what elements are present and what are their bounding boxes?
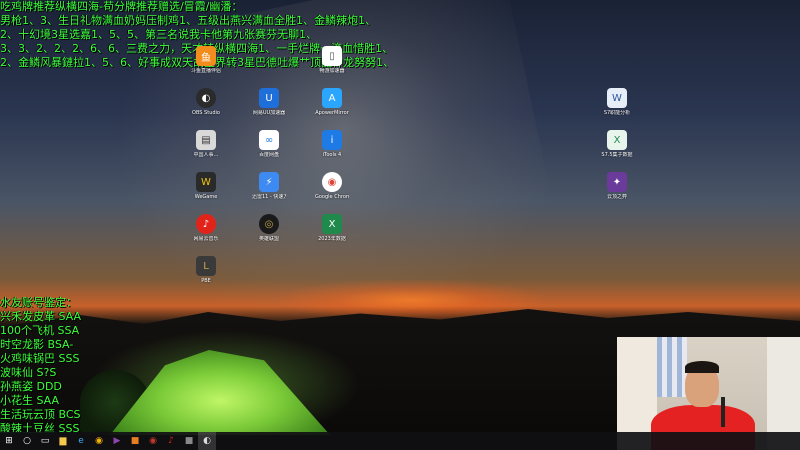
task-view-icon: ▭ — [40, 436, 50, 446]
obs-icon: ◐ — [196, 88, 216, 108]
icon-label: 迅雷11 - 快速方式 — [252, 194, 286, 200]
taskbar-game[interactable]: ◉ — [144, 432, 162, 450]
desktop-icon-wegame[interactable]: W WeGame — [189, 172, 223, 200]
apowermirror-icon: A — [322, 88, 342, 108]
desktop-icon-word[interactable]: W S7职能分析 — [600, 88, 634, 116]
icon-label: iTools 4 — [322, 152, 342, 158]
desktop-icon-baidu-netdisk[interactable]: ∞ 百度网盘 — [252, 130, 286, 158]
lol-icon: ◎ — [259, 214, 279, 234]
desktop-icon-chrome[interactable]: ◉ Google Chrome — [315, 172, 349, 200]
overlay-line: 吃鸡牌推荐纵横四海-苟分牌推荐赠选/冒霞/幽潘： — [0, 0, 243, 13]
webcam-person-hair — [685, 361, 719, 373]
media-player-icon: ▶ — [113, 436, 121, 446]
icon-label: 中国人事… — [193, 152, 219, 158]
desktop-icon-douyu[interactable]: 鱼 斗鱼直播伴侣 — [189, 46, 223, 74]
taskbar-app[interactable]: ■ — [126, 432, 144, 450]
thunder-icon: ⚡ — [259, 172, 279, 192]
itools-icon: i — [322, 130, 342, 150]
icon-label: Google Chrome — [315, 194, 349, 200]
start-icon: ⊞ — [5, 436, 13, 446]
desktop-icon-excel-file[interactable]: X S7.5集子数据 — [600, 130, 634, 158]
overlay-line: 孙燕姿 DDD — [0, 380, 62, 393]
desktop-icon-uu[interactable]: U 网易UU加速器 — [252, 88, 286, 116]
webcam-curtain — [657, 337, 687, 397]
netease-music-icon: ♪ — [196, 214, 216, 234]
icon-label: WeGame — [194, 194, 218, 200]
overlay-line: 火鸡味锅巴 SSS — [0, 352, 80, 365]
icon-label: OBS Studio — [192, 110, 220, 116]
file-icon: ▯ — [322, 46, 342, 66]
overlay-line: 3、3、2、2、2、6、6、三费之力，天才转纵横四海1、一手烂牌一滴血惜胜1、 — [0, 42, 800, 56]
desktop-icon-pbe[interactable]: L PBE — [189, 256, 223, 284]
edge-icon: e — [78, 436, 84, 446]
overlay-line: 兴禾发皮革 SAA — [0, 310, 82, 323]
app2-icon: ■ — [184, 436, 194, 446]
webcam-microphone — [721, 397, 725, 427]
desktop-icon-file[interactable]: ▯ 畅游加速器 — [315, 46, 349, 74]
desktop-icon-app[interactable]: ▤ 中国人事… — [189, 130, 223, 158]
overlay-line: 2、金鳞风暴鏈拉1、5、6、好事成双天胡星界转3星巴德吐爆艹顶配神龙努努1、 — [0, 56, 800, 70]
obs-taskbar-icon: ◐ — [203, 436, 211, 446]
desktop-icon-itools[interactable]: i iTools 4 — [315, 130, 349, 158]
app-icon: ■ — [130, 436, 140, 446]
icon-label: S7职能分析 — [603, 110, 631, 116]
overlay-line: 2、十幻境3星选嘉1、5、5、第三名说我卡他第九张赛芬无聊1、 — [0, 28, 317, 41]
overlay-line: 100个飞机 SSA — [0, 324, 80, 337]
taskbar-file-explorer[interactable]: ▆ — [54, 432, 72, 450]
start-button[interactable]: ⊞ — [0, 432, 18, 450]
overlay-line: 水友账号鉴定： — [0, 296, 77, 309]
icon-label: 2023年数据 — [318, 236, 346, 242]
tft-icon: ✦ — [607, 172, 627, 192]
search-icon: ○ — [23, 436, 31, 446]
excel-icon: X — [322, 214, 342, 234]
search-button[interactable]: ○ — [18, 432, 36, 450]
desktop-icon-apowermirror[interactable]: A ApowerMirror — [315, 88, 349, 116]
icon-label: ApowerMirror — [315, 110, 349, 116]
taskbar-chrome[interactable]: ◉ — [90, 432, 108, 450]
overlay-line: 男枪1、3、生日礼物满血奶妈压制鸡1、五级出燕兴满血全胜1、金鳞辣炮1、 — [0, 14, 376, 27]
desktop-icon-lol[interactable]: ◎ 英雄联盟 — [252, 214, 286, 242]
taskbar-edge[interactable]: e — [72, 432, 90, 450]
netease-music-taskbar-icon: ♪ — [168, 436, 174, 446]
icon-label: 畅游加速器 — [319, 68, 345, 74]
uu-icon: U — [259, 88, 279, 108]
icon-label: 网易云音乐 — [193, 236, 219, 242]
taskbar-netease-music[interactable]: ♪ — [162, 432, 180, 450]
overlay-line: 小花生 SAA — [0, 394, 60, 407]
desktop-icon-obs[interactable]: ◐ OBS Studio — [189, 88, 223, 116]
stream-overlay-top: 吃鸡牌推荐纵横四海-苟分牌推荐赠选/冒霞/幽潘： 男枪1、3、生日礼物满血奶妈压… — [0, 0, 800, 70]
overlay-line: 生活玩云顶 BCS — [0, 408, 81, 421]
app-icon: ▤ — [196, 130, 216, 150]
douyu-icon: 鱼 — [196, 46, 216, 66]
desktop-icon-excel[interactable]: X 2023年数据 — [315, 214, 349, 242]
task-view-button[interactable]: ▭ — [36, 432, 54, 450]
chrome-taskbar-icon: ◉ — [95, 436, 103, 446]
taskbar: ⊞ ○ ▭ ▆ e ◉ ▶ ■ ◉ ♪ ■ ◐ — [0, 432, 800, 450]
chrome-icon: ◉ — [322, 172, 342, 192]
icon-label: S7.5集子数据 — [601, 152, 633, 158]
icon-label: 斗鱼直播伴侣 — [190, 68, 221, 74]
word-icon: W — [607, 88, 627, 108]
icon-label: 英雄联盟 — [258, 236, 279, 242]
game-icon: ◉ — [149, 436, 157, 446]
excel-file-icon: X — [607, 130, 627, 150]
wegame-icon: W — [196, 172, 216, 192]
overlay-line: 时空龙影 BSA- — [0, 338, 74, 351]
desktop-icon-tft[interactable]: ✦ 云顶之弈 — [600, 172, 634, 200]
icon-label: 百度网盘 — [258, 152, 279, 158]
icon-label: PBE — [201, 278, 211, 284]
desktop-icon-netease-music[interactable]: ♪ 网易云音乐 — [189, 214, 223, 242]
icon-label: 云顶之弈 — [606, 194, 627, 200]
taskbar-media-player[interactable]: ▶ — [108, 432, 126, 450]
icon-label: 网易UU加速器 — [252, 110, 286, 116]
baidu-netdisk-icon: ∞ — [259, 130, 279, 150]
desktop-icon-thunder[interactable]: ⚡ 迅雷11 - 快速方式 — [252, 172, 286, 200]
pbe-icon: L — [196, 256, 216, 276]
file-explorer-icon: ▆ — [59, 436, 67, 446]
overlay-line: 波味仙 S?S — [0, 366, 57, 379]
taskbar-app2[interactable]: ■ — [180, 432, 198, 450]
stream-overlay-left: 水友账号鉴定： 兴禾发皮革 SAA 100个飞机 SSA 时空龙影 BSA- 火… — [0, 296, 81, 436]
taskbar-obs[interactable]: ◐ — [198, 432, 216, 450]
